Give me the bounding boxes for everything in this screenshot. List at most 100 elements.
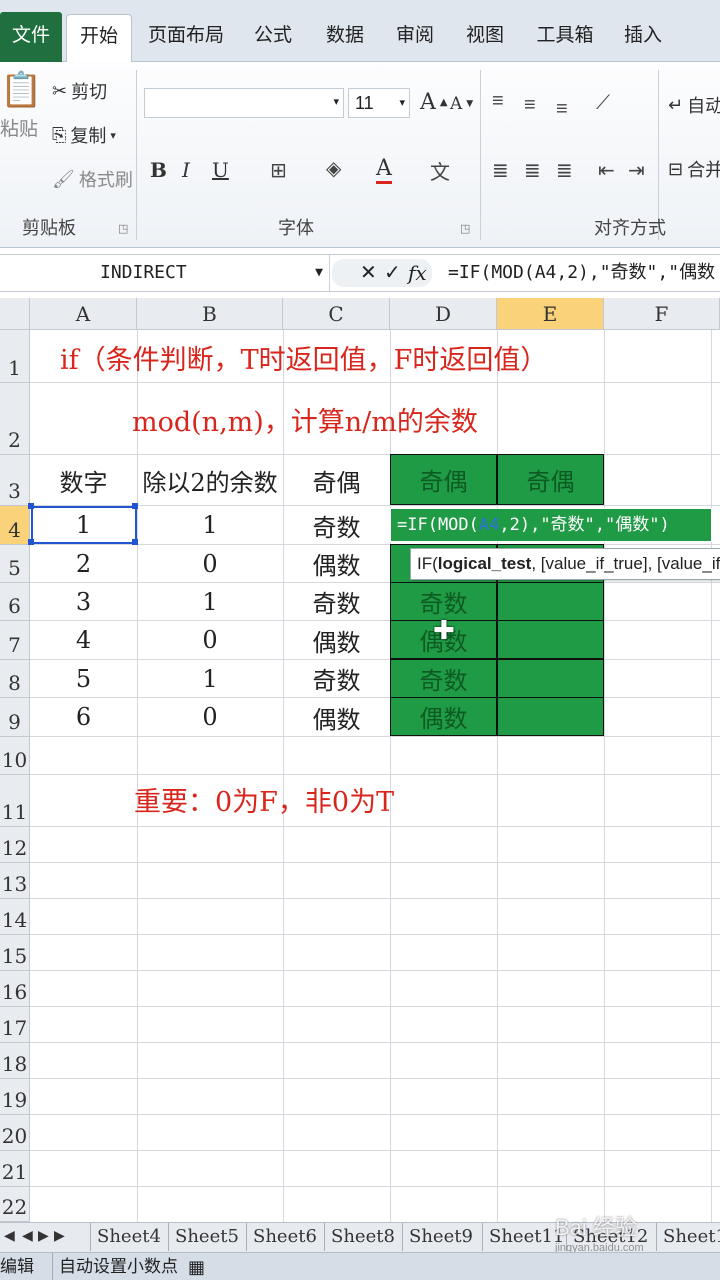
merge-button[interactable]: ⊟ 合并 — [668, 156, 720, 182]
row-header-21[interactable]: 21 — [0, 1151, 30, 1187]
cell-b5[interactable]: 0 — [137, 545, 283, 582]
cell-c5[interactable]: 偶数 — [283, 545, 390, 582]
cell-c9[interactable]: 偶数 — [283, 698, 390, 736]
font-color-button[interactable]: A — [376, 156, 392, 184]
paste-button[interactable]: 📋 粘贴 — [0, 70, 42, 141]
tab-data[interactable]: 数据 — [318, 14, 372, 62]
column-header-c[interactable]: C — [283, 298, 390, 330]
select-all-corner[interactable] — [0, 298, 30, 330]
align-middle-icon[interactable]: ≡ — [524, 94, 536, 117]
align-center-icon[interactable]: ≣ — [524, 158, 541, 183]
tab-toolbox[interactable]: 工具箱 — [530, 14, 600, 62]
prev-sheet-icon[interactable]: ◀ — [22, 1227, 33, 1244]
tab-insert[interactable]: 插入 — [616, 14, 670, 62]
cell-b9[interactable]: 0 — [137, 698, 283, 736]
cell-c3[interactable]: 奇偶 — [283, 455, 390, 505]
column-header-f[interactable]: F — [604, 298, 720, 330]
shrink-font-button[interactable]: A ▼ — [450, 94, 473, 114]
tab-page-layout[interactable]: 页面布局 — [148, 14, 224, 62]
sheet-tab[interactable]: Sheet1 — [656, 1223, 720, 1251]
next-sheet-icon[interactable]: ▶ — [38, 1227, 49, 1244]
cell-e6[interactable] — [497, 582, 604, 621]
cell-a9[interactable]: 6 — [30, 698, 137, 736]
cell-b8[interactable]: 1 — [137, 660, 283, 697]
sheet-tab[interactable]: Sheet8 — [324, 1223, 401, 1251]
first-sheet-icon[interactable]: ◀ — [4, 1227, 15, 1244]
tab-file[interactable]: 文件 — [0, 12, 62, 62]
row-header-22[interactable]: 22 — [0, 1187, 30, 1222]
copy-button[interactable]: ⎘ 复制 ▾ — [52, 122, 116, 148]
cell-d3[interactable]: 奇偶 — [390, 454, 497, 505]
format-painter-button[interactable]: 🖌 格式刷 — [52, 166, 133, 192]
resize-handle[interactable] — [132, 539, 138, 545]
font-size-select[interactable]: 11 ▾ — [348, 88, 410, 118]
row-header-11[interactable]: 11 — [0, 775, 30, 827]
fill-color-icon[interactable]: ◈ — [326, 156, 341, 181]
decrease-indent-icon[interactable]: ⇤ — [598, 158, 615, 183]
align-right-icon[interactable]: ≣ — [556, 158, 573, 183]
resize-handle[interactable] — [132, 503, 138, 509]
underline-button[interactable]: U — [212, 158, 229, 182]
column-header-e[interactable]: E — [497, 298, 604, 330]
insert-function-icon[interactable]: fx — [408, 259, 427, 287]
cell-d9[interactable]: 偶数 — [390, 697, 497, 736]
row-header-17[interactable]: 17 — [0, 1007, 30, 1043]
tooltip-active-arg[interactable]: logical_test — [438, 554, 532, 573]
tab-view[interactable]: 视图 — [458, 14, 512, 62]
cell-b4[interactable]: 1 — [137, 506, 283, 544]
grow-font-button[interactable]: A ▲ — [420, 90, 448, 115]
increase-indent-icon[interactable]: ⇥ — [628, 158, 645, 183]
align-left-icon[interactable]: ≣ — [492, 158, 509, 183]
cell-a7[interactable]: 4 — [30, 621, 137, 659]
align-top-icon[interactable]: ≡ — [492, 90, 504, 113]
sheet-tab[interactable]: Sheet9 — [402, 1223, 479, 1251]
cancel-icon[interactable]: ✕ — [360, 259, 377, 287]
cell-a5[interactable]: 2 — [30, 545, 137, 582]
enter-icon[interactable]: ✓ — [384, 259, 401, 287]
cell-a6[interactable]: 3 — [30, 583, 137, 620]
phonetic-icon[interactable]: 文 — [430, 156, 450, 185]
row-header-10[interactable]: 10 — [0, 737, 30, 775]
cell-b3[interactable]: 除以2的余数 — [137, 455, 283, 505]
cell-a8[interactable]: 5 — [30, 660, 137, 697]
row-header-16[interactable]: 16 — [0, 971, 30, 1007]
row-header-3[interactable]: 3 — [0, 455, 30, 506]
cell-e7[interactable] — [497, 620, 604, 659]
cut-button[interactable]: ✂ 剪切 — [52, 78, 107, 104]
name-box[interactable]: INDIRECT ▼ — [0, 255, 330, 291]
orientation-icon[interactable]: ⟋ — [596, 92, 610, 115]
macro-record-icon[interactable]: ▦ — [188, 1253, 205, 1280]
last-sheet-icon[interactable]: ▶ — [54, 1227, 65, 1244]
row-header-14[interactable]: 14 — [0, 899, 30, 935]
cell-a3[interactable]: 数字 — [30, 455, 137, 505]
cell-c7[interactable]: 偶数 — [283, 621, 390, 659]
sheet-tab[interactable]: Sheet6 — [246, 1223, 323, 1251]
cell-b7[interactable]: 0 — [137, 621, 283, 659]
row-header-6[interactable]: 6 — [0, 583, 30, 621]
cell-c6[interactable]: 奇数 — [283, 583, 390, 620]
column-header-b[interactable]: B — [137, 298, 283, 330]
tab-review[interactable]: 审阅 — [388, 14, 442, 62]
align-bottom-icon[interactable]: ≡ — [556, 98, 568, 121]
wrap-text-button[interactable]: ↵ 自动 — [668, 92, 720, 118]
tab-home[interactable]: 开始 — [66, 14, 132, 62]
cell-c8[interactable]: 奇数 — [283, 660, 390, 697]
row-header-4[interactable]: 4 — [0, 506, 30, 545]
row-header-20[interactable]: 20 — [0, 1115, 30, 1151]
cell-b6[interactable]: 1 — [137, 583, 283, 620]
row-header-18[interactable]: 18 — [0, 1043, 30, 1079]
bold-button[interactable]: B — [150, 158, 167, 182]
font-family-select[interactable]: ▾ — [144, 88, 344, 118]
row-header-13[interactable]: 13 — [0, 863, 30, 899]
cell-e3[interactable]: 奇偶 — [497, 454, 604, 505]
sheet-tab[interactable]: Sheet5 — [168, 1223, 245, 1251]
cell-e9[interactable] — [497, 697, 604, 736]
row-header-19[interactable]: 19 — [0, 1079, 30, 1115]
row-header-5[interactable]: 5 — [0, 545, 30, 583]
resize-handle[interactable] — [28, 539, 34, 545]
column-header-a[interactable]: A — [30, 298, 137, 330]
tab-formulas[interactable]: 公式 — [246, 14, 300, 62]
row-header-9[interactable]: 9 — [0, 698, 30, 737]
resize-handle[interactable] — [28, 503, 34, 509]
cell-c4[interactable]: 奇数 — [283, 506, 390, 544]
